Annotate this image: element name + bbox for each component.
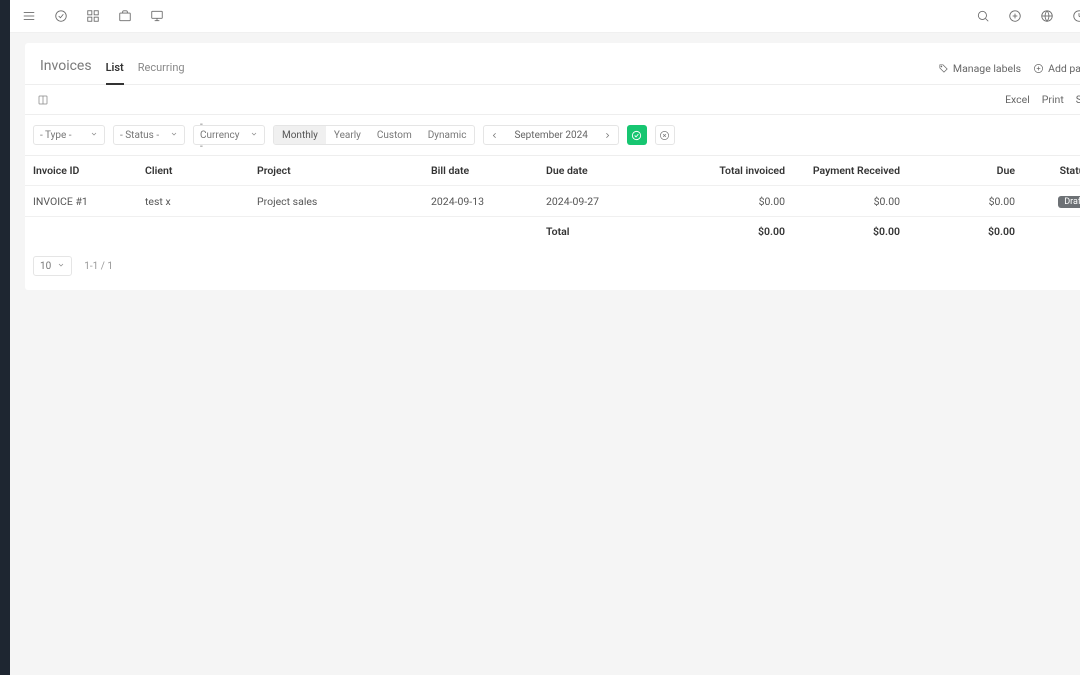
cell-total-invoiced: $0.00 [658, 186, 793, 217]
period-monthly[interactable]: Monthly [274, 126, 326, 144]
add-payment-button[interactable]: Add pa [1031, 58, 1080, 79]
invoices-table: Invoice ID Client Project Bill date Due … [25, 155, 1080, 246]
extra-export-button[interactable]: S [1076, 93, 1080, 106]
tabs: List Recurring [106, 53, 185, 84]
topbar [10, 0, 1080, 33]
monitor-icon[interactable] [150, 9, 164, 23]
clear-filter-button[interactable] [655, 125, 675, 145]
prev-month-button[interactable] [484, 126, 504, 144]
chevron-right-icon [603, 131, 612, 140]
type-select-label: - Type - [40, 130, 72, 141]
period-segment: Monthly Yearly Custom Dynamic [273, 125, 475, 145]
chevron-down-icon [90, 130, 98, 141]
period-custom[interactable]: Custom [369, 126, 420, 144]
total-payment-received: $0.00 [793, 217, 908, 247]
status-badge: Draft [1058, 196, 1080, 208]
cell-invoice-id: INVOICE #1 [25, 186, 137, 217]
status-select-label: - Status - [120, 130, 159, 141]
tag-icon [938, 63, 949, 74]
search-icon[interactable] [976, 9, 990, 23]
export-excel-button[interactable]: Excel [1005, 93, 1030, 106]
pager-range: 1-1 / 1 [84, 261, 113, 272]
app-root: Invoices List Recurring Manage labels [0, 0, 1080, 675]
type-select[interactable]: - Type - [33, 125, 105, 145]
table-header-row: Invoice ID Client Project Bill date Due … [25, 156, 1080, 186]
filters-row: - Type - - Status - - Currency - Monthly… [25, 115, 1080, 155]
chevron-down-icon [57, 261, 65, 272]
currency-select[interactable]: - Currency - [193, 125, 265, 145]
currency-select-label: - Currency - [200, 119, 244, 152]
menu-icon[interactable] [22, 9, 36, 23]
briefcase-icon[interactable] [118, 9, 132, 23]
total-due: $0.00 [908, 217, 1023, 247]
card-header-right: Manage labels Add pa [936, 58, 1080, 79]
month-navigator: September 2024 [483, 125, 618, 145]
plus-circle-small-icon [1033, 63, 1044, 74]
col-total-invoiced[interactable]: Total invoiced [658, 156, 793, 186]
period-yearly[interactable]: Yearly [326, 126, 369, 144]
col-client[interactable]: Client [137, 156, 249, 186]
cell-bill-date: 2024-09-13 [423, 186, 538, 217]
add-payment-label: Add pa [1048, 62, 1080, 75]
chevron-left-icon [490, 131, 499, 140]
cell-due: $0.00 [908, 186, 1023, 217]
table-row[interactable]: INVOICE #1 test x Project sales 2024-09-… [25, 186, 1080, 217]
month-label: September 2024 [504, 130, 597, 141]
chevron-down-icon [170, 130, 178, 141]
manage-labels-label: Manage labels [953, 62, 1021, 75]
col-project[interactable]: Project [249, 156, 423, 186]
sub-toolbar-left [37, 94, 49, 106]
total-label: Total [538, 217, 658, 247]
topbar-left [22, 9, 164, 23]
clock-icon[interactable] [1072, 9, 1080, 23]
period-dynamic[interactable]: Dynamic [420, 126, 475, 144]
x-circle-icon [659, 130, 670, 141]
cell-project: Project sales [249, 186, 423, 217]
main-area: Invoices List Recurring Manage labels [10, 0, 1080, 675]
tab-recurring[interactable]: Recurring [138, 61, 185, 84]
plus-circle-icon[interactable] [1008, 9, 1022, 23]
table-total-row: Total $0.00 $0.00 $0.00 [25, 217, 1080, 247]
page-size-label: 10 [40, 261, 51, 272]
sub-toolbar: Excel Print S [25, 85, 1080, 115]
check-circle-icon[interactable] [54, 9, 68, 23]
tab-list[interactable]: List [106, 61, 124, 84]
columns-icon[interactable] [37, 94, 49, 106]
invoices-card: Invoices List Recurring Manage labels [25, 43, 1080, 290]
pager: 10 1-1 / 1 [25, 246, 1080, 290]
col-due-date[interactable]: Due date [538, 156, 658, 186]
grid-icon[interactable] [86, 9, 100, 23]
cell-client: test x [137, 186, 249, 217]
sidebar [0, 0, 10, 675]
col-invoice-id[interactable]: Invoice ID [25, 156, 137, 186]
content: Invoices List Recurring Manage labels [10, 33, 1080, 675]
card-header: Invoices List Recurring Manage labels [25, 43, 1080, 85]
cell-payment-received: $0.00 [793, 186, 908, 217]
print-button[interactable]: Print [1042, 93, 1064, 106]
next-month-button[interactable] [598, 126, 618, 144]
cell-status: Draft [1023, 186, 1080, 217]
refresh-button[interactable] [627, 125, 647, 145]
check-circle-white-icon [631, 130, 642, 141]
card-header-left: Invoices List Recurring [25, 53, 185, 84]
sub-toolbar-right: Excel Print S [1005, 93, 1080, 106]
col-status[interactable]: Status [1023, 156, 1080, 186]
cell-due-date: 2024-09-27 [538, 186, 658, 217]
col-bill-date[interactable]: Bill date [423, 156, 538, 186]
page-title: Invoices [40, 58, 92, 84]
total-total-invoiced: $0.00 [658, 217, 793, 247]
col-payment-received[interactable]: Payment Received [793, 156, 908, 186]
manage-labels-button[interactable]: Manage labels [936, 58, 1023, 79]
page-size-select[interactable]: 10 [33, 256, 72, 276]
col-due[interactable]: Due [908, 156, 1023, 186]
status-select[interactable]: - Status - [113, 125, 185, 145]
topbar-right [976, 9, 1080, 23]
chevron-down-icon [250, 130, 258, 141]
globe-icon[interactable] [1040, 9, 1054, 23]
